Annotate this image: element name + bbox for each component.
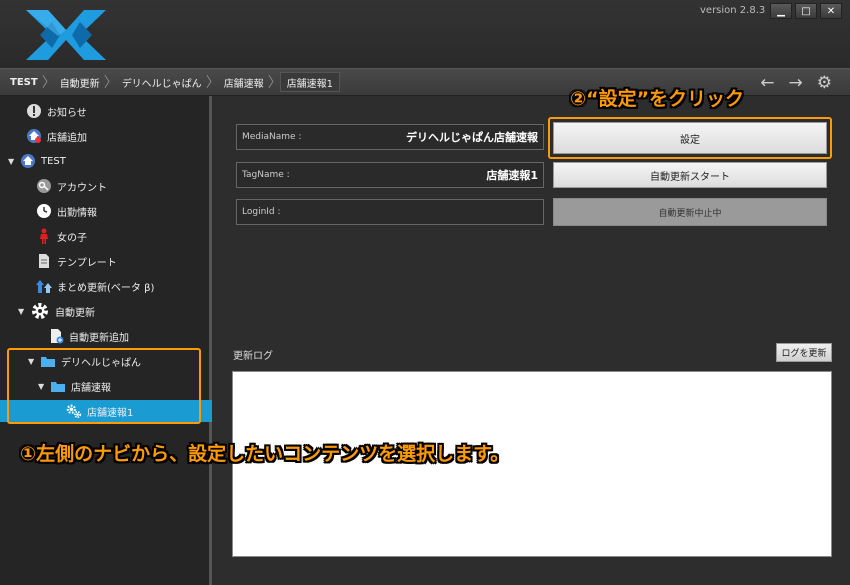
tag-name-value: 店舗速報1	[486, 169, 538, 182]
sidebar-item-attendance[interactable]: 出勤情報	[36, 200, 97, 222]
version-label: version 2.8.3	[700, 5, 766, 16]
sidebar-item-template[interactable]: テンプレート	[36, 250, 117, 272]
sidebar-item-label: 出勤情報	[57, 207, 97, 219]
add-file-icon	[48, 328, 64, 344]
sidebar-item-add-store[interactable]: 店舗追加	[26, 125, 87, 147]
sidebar: お知らせ 店舗追加 ▼ TEST アカウント 出勤情報 女の子 テンプレート ま…	[0, 96, 212, 585]
sidebar-item-account[interactable]: アカウント	[36, 175, 107, 197]
home-add-icon	[26, 128, 42, 144]
key-icon	[36, 178, 52, 194]
sidebar-item-label: アカウント	[57, 182, 107, 194]
breadcrumb-item-store-news[interactable]: 店舗速報	[218, 72, 270, 92]
media-name-field[interactable]: MediaName : デリヘルじゃぱん店舗速報	[236, 124, 544, 150]
tag-name-label: TagName :	[242, 170, 290, 180]
minimize-button[interactable]: ▁	[770, 3, 792, 19]
auto-update-start-button[interactable]: 自動更新スタート	[553, 162, 827, 188]
breadcrumb-item-auto-update[interactable]: 自動更新	[54, 72, 106, 92]
step2-annotation: ②“設定”をクリック	[570, 88, 745, 110]
step1-annotation: ①左側のナビから、設定したいコンテンツを選択します。	[20, 443, 510, 465]
sidebar-item-label: 女の子	[57, 232, 87, 244]
auto-update-stopped-button[interactable]: 自動更新中止中	[553, 198, 827, 226]
expand-triangle-icon[interactable]: ▼	[8, 157, 20, 166]
media-name-label: MediaName :	[242, 132, 302, 142]
sidebar-item-bulk-update[interactable]: まとめ更新(ベータ β)	[36, 275, 154, 297]
settings-gear-icon[interactable]: ⚙	[817, 73, 832, 93]
breadcrumb-item-store-news-1[interactable]: 店舗速報1	[279, 72, 341, 92]
clock-icon	[36, 203, 52, 219]
nav-toolbar: ← → ⚙	[760, 73, 832, 93]
refresh-log-button[interactable]: ログを更新	[776, 343, 832, 362]
expand-triangle-icon[interactable]: ▼	[18, 307, 30, 316]
sidebar-item-label: TEST	[41, 155, 66, 167]
document-icon	[36, 253, 52, 269]
sidebar-item-label: お知らせ	[47, 107, 87, 119]
sidebar-item-notice[interactable]: お知らせ	[26, 100, 87, 122]
tag-name-field[interactable]: TagName : 店舗速報1	[236, 162, 544, 188]
sidebar-item-add-auto-update[interactable]: 自動更新追加	[48, 325, 129, 347]
maximize-button[interactable]: □	[795, 3, 817, 19]
update-log-label: 更新ログ	[233, 351, 273, 362]
close-button[interactable]: ✕	[820, 3, 842, 19]
login-id-field[interactable]: LoginId :	[236, 199, 544, 225]
up-arrows-icon	[36, 278, 52, 294]
settings-highlight-box	[548, 117, 832, 159]
home-icon	[20, 153, 36, 169]
sidebar-item-label: まとめ更新(ベータ β)	[57, 282, 155, 294]
sidebar-item-label: 自動更新	[55, 307, 95, 319]
app-logo	[26, 10, 106, 60]
breadcrumb-item-test[interactable]: TEST	[4, 72, 44, 92]
forward-arrow-icon[interactable]: →	[789, 73, 803, 93]
sidebar-item-label: テンプレート	[57, 257, 117, 269]
person-icon	[36, 228, 52, 244]
gear-icon	[30, 301, 50, 321]
media-name-value: デリヘルじゃぱん店舗速報	[406, 131, 538, 144]
title-bar: version 2.8.3 ▁ □ ✕	[0, 0, 850, 68]
sidebar-item-test[interactable]: ▼ TEST	[8, 150, 66, 172]
back-arrow-icon[interactable]: ←	[760, 73, 774, 93]
sidebar-item-auto-update[interactable]: ▼ 自動更新	[18, 300, 95, 322]
sidebar-highlight-box	[7, 348, 201, 424]
exclamation-icon	[26, 103, 42, 119]
sidebar-item-label: 自動更新追加	[69, 332, 129, 344]
sidebar-item-girls[interactable]: 女の子	[36, 225, 87, 247]
breadcrumb-item-deliheru-japan[interactable]: デリヘルじゃぱん	[116, 72, 208, 92]
login-id-label: LoginId :	[242, 207, 281, 217]
sidebar-item-label: 店舗追加	[47, 132, 87, 144]
